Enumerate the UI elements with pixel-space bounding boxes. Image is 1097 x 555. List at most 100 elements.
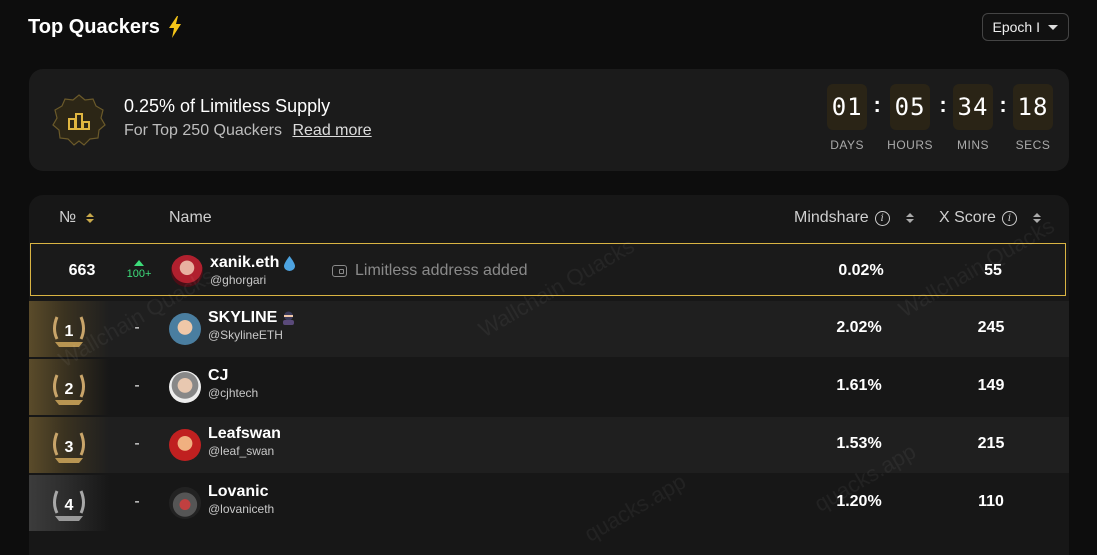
- user-name-block: xanik.eth @ghorgari: [210, 254, 296, 287]
- countdown-separator: :: [873, 92, 881, 117]
- countdown-separator: :: [999, 92, 1007, 117]
- reward-banner: 0.25% of Limitless Supply For Top 250 Qu…: [29, 69, 1069, 171]
- user-name: SKYLINE: [208, 309, 295, 327]
- lightning-icon: [168, 16, 181, 38]
- table-row[interactable]: 4 - Lovanic @lovaniceth 1.20% 110: [29, 475, 1069, 531]
- countdown-mins-label: MINS: [957, 138, 989, 152]
- column-rank-label: №: [59, 209, 77, 226]
- user-name-block: Lovanic @lovaniceth: [208, 483, 274, 516]
- sort-icon: [905, 213, 914, 223]
- epoch-dropdown[interactable]: Epoch I: [981, 13, 1069, 41]
- page-header: Top Quackers Epoch I: [28, 12, 1069, 42]
- rank-badge-gold: 2: [29, 359, 109, 415]
- table-row[interactable]: 1 - SKYLINE @SkylineETH 2.02% 245: [29, 301, 1069, 357]
- user-handle: @lovaniceth: [208, 502, 275, 516]
- rank-change: -: [134, 493, 140, 510]
- arrow-up-icon: [134, 260, 144, 266]
- column-name-label: Name: [169, 209, 212, 226]
- xscore-value: 245: [977, 319, 1005, 336]
- laurel-icon: 3: [53, 432, 85, 463]
- column-mindshare-label: Mindshare: [794, 209, 869, 226]
- avatar: [169, 313, 201, 345]
- countdown-timer: 01 DAYS : 05 HOURS : 34 MINS : 18 SECS: [827, 84, 1053, 152]
- countdown-secs-label: SECS: [1015, 138, 1051, 152]
- user-handle: @leaf_swan: [208, 444, 275, 458]
- xscore-value: 215: [977, 435, 1005, 452]
- column-rank-header[interactable]: №: [59, 209, 95, 227]
- user-name-text: SKYLINE: [208, 309, 278, 326]
- user-name: Leafswan: [208, 425, 281, 443]
- user-handle: @cjhtech: [208, 386, 259, 400]
- read-more-link[interactable]: Read more: [292, 122, 371, 139]
- countdown-days: 01 DAYS: [827, 84, 868, 152]
- avatar: [169, 429, 201, 461]
- banner-subtitle-text: For Top 250 Quackers: [124, 122, 283, 139]
- countdown-secs-value: 18: [1013, 84, 1053, 130]
- ninja-icon: [283, 311, 295, 325]
- countdown-separator: :: [939, 92, 947, 117]
- current-user-row[interactable]: 663 100+ xanik.eth @ghorgari Limitless a…: [30, 243, 1066, 296]
- rank-number: 4: [65, 497, 74, 514]
- countdown-days-label: DAYS: [830, 138, 865, 152]
- table-row[interactable]: 3 - Leafswan @leaf_swan 1.53% 215: [29, 417, 1069, 473]
- banner-text: 0.25% of Limitless Supply For Top 250 Qu…: [124, 96, 372, 140]
- rank-badge-silver: 4: [29, 475, 109, 531]
- rank-number: 1: [65, 323, 74, 340]
- countdown-hours-value: 05: [890, 84, 931, 130]
- mindshare-value: 2.02%: [836, 319, 882, 336]
- banner-title: 0.25% of Limitless Supply: [124, 96, 331, 116]
- rank-change-value: 100+: [126, 268, 152, 280]
- avatar: [169, 371, 201, 403]
- wallet-icon: [332, 265, 347, 277]
- user-name: CJ: [208, 367, 258, 385]
- limitless-status: Limitless address added: [332, 262, 528, 280]
- user-name-block: Leafswan @leaf_swan: [208, 425, 281, 458]
- countdown-hours: 05 HOURS: [887, 84, 933, 152]
- column-mindshare-header[interactable]: Mindshare i: [794, 209, 914, 227]
- mindshare-value: 1.61%: [836, 377, 882, 394]
- user-name-text: CJ: [208, 367, 229, 384]
- countdown-mins-value: 34: [953, 84, 993, 130]
- info-icon[interactable]: i: [1001, 210, 1017, 226]
- rank-number: 663: [68, 262, 96, 279]
- user-name: Lovanic: [208, 483, 274, 501]
- user-name-text: xanik.eth: [210, 254, 280, 271]
- xscore-value: 149: [977, 377, 1005, 394]
- rank-change: -: [134, 435, 140, 452]
- rank-change: 100+: [121, 260, 157, 280]
- chevron-down-icon: [1048, 24, 1058, 30]
- rank-badge-gold: 1: [29, 301, 109, 357]
- page-title: Top Quackers: [28, 16, 182, 39]
- user-name: xanik.eth: [210, 254, 296, 272]
- limitless-status-text: Limitless address added: [355, 262, 528, 279]
- countdown-hours-label: HOURS: [887, 138, 933, 152]
- mindshare-value: 0.02%: [838, 262, 884, 279]
- laurel-icon: 4: [53, 490, 85, 521]
- epoch-label: Epoch I: [992, 19, 1040, 35]
- laurel-icon: 2: [53, 374, 85, 405]
- rank-badge-gold: 3: [29, 417, 109, 473]
- droplet-icon: [284, 255, 296, 271]
- user-name-block: SKYLINE @SkylineETH: [208, 309, 295, 342]
- table-row[interactable]: 2 - CJ @cjhtech 1.61% 149: [29, 359, 1069, 415]
- avatar: [171, 255, 203, 287]
- sort-icon: [1032, 213, 1041, 223]
- rank-change: -: [134, 377, 140, 394]
- leaderboard-table: № Name Mindshare i X Score i 663 100+ xa…: [29, 195, 1069, 555]
- rank-change: -: [134, 319, 140, 336]
- podium-icon: [52, 94, 106, 146]
- info-icon[interactable]: i: [874, 210, 890, 226]
- column-xscore-header[interactable]: X Score i: [939, 209, 1041, 227]
- user-name-text: Leafswan: [208, 425, 281, 442]
- user-handle: @SkylineETH: [208, 328, 283, 342]
- sort-icon: [86, 213, 95, 223]
- countdown-days-value: 01: [827, 84, 868, 130]
- xscore-value: 110: [978, 493, 1004, 510]
- column-xscore-label: X Score: [939, 209, 996, 226]
- countdown-secs: 18 SECS: [1013, 84, 1053, 152]
- user-handle: @ghorgari: [210, 273, 267, 287]
- user-name-text: Lovanic: [208, 483, 269, 500]
- column-name-header: Name: [169, 209, 212, 227]
- banner-subtitle: For Top 250 Quackers Read more: [124, 122, 372, 140]
- user-name-block: CJ @cjhtech: [208, 367, 258, 400]
